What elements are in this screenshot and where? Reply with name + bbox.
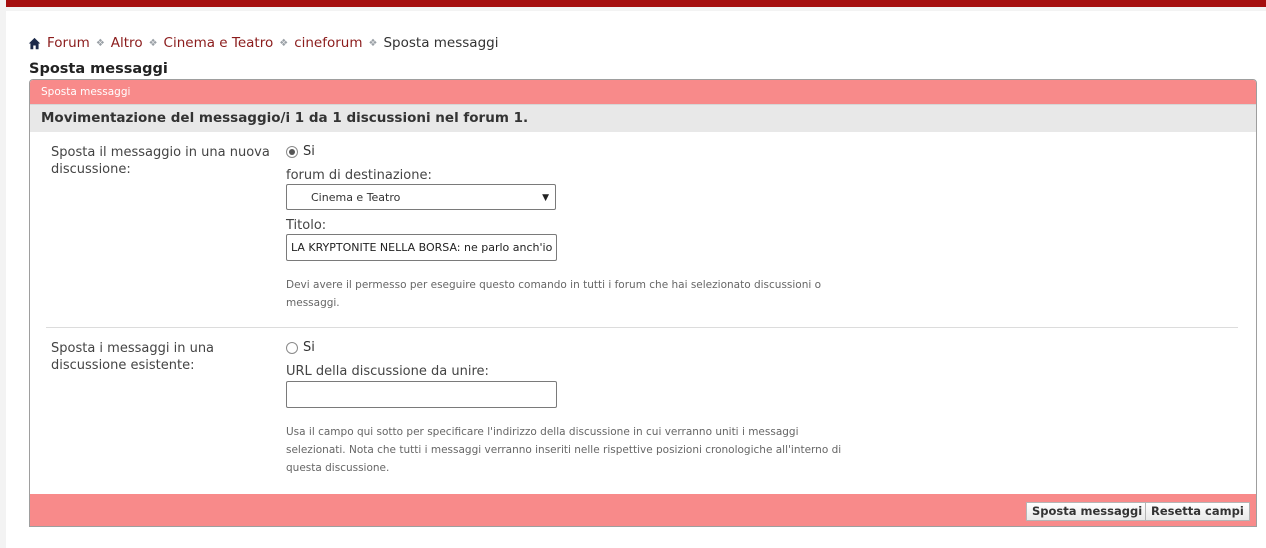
breadcrumb-current: Sposta messaggi [383,35,499,51]
destination-forum-label: forum di destinazione: [286,168,432,183]
option-new-thread-radio-row[interactable]: Si [286,144,315,159]
option-existing-thread-radio-row[interactable]: Si [286,340,315,355]
page-content: Forum ❖ Altro ❖ Cinema e Teatro ❖ cinefo… [6,11,1266,548]
breadcrumb-link-cineforum[interactable]: cineforum [294,35,362,51]
breadcrumb-separator-icon: ❖ [95,37,105,49]
destination-forum-select[interactable]: Cinema e Teatro ▼ [286,184,556,210]
options-divider [46,327,1238,328]
breadcrumb-link-cinema-teatro[interactable]: Cinema e Teatro [164,35,274,51]
option-existing-thread-label: Sposta i messaggi in una discussione esi… [51,341,215,373]
page-title: Sposta messaggi [29,61,168,77]
breadcrumb-link-forum[interactable]: Forum [47,35,90,51]
breadcrumb-separator-icon: ❖ [368,37,378,49]
breadcrumb: Forum ❖ Altro ❖ Cinema e Teatro ❖ cinefo… [28,35,498,51]
thread-url-label: URL della discussione da unire: [286,364,489,379]
panel-header: Sposta messaggi [30,80,1256,104]
new-thread-radio[interactable] [286,145,298,158]
breadcrumb-link-altro[interactable]: Altro [111,35,143,51]
top-bar [6,0,1266,7]
title-input[interactable] [286,234,557,261]
destination-forum-value: Cinema e Teatro [311,191,401,204]
option-new-thread-label: Sposta il messaggio in una nuova discuss… [51,145,270,177]
new-thread-hint: Devi avere il permesso per eseguire ques… [286,279,822,309]
existing-thread-radio-label[interactable]: Si [303,340,315,355]
reset-fields-button[interactable]: Resetta campi [1145,502,1250,521]
existing-thread-hint: Usa il campo qui sotto per specificare l… [286,426,842,474]
new-thread-radio-label[interactable]: Si [303,144,315,159]
title-label: Titolo: [286,218,327,233]
move-posts-panel: Sposta messaggi Movimentazione del messa… [29,79,1257,527]
breadcrumb-separator-icon: ❖ [279,37,289,49]
section-title: Movimentazione del messaggio/i 1 da 1 di… [30,104,1256,132]
home-icon[interactable] [28,37,41,50]
thread-url-input[interactable] [286,381,557,408]
dropdown-caret-icon: ▼ [542,193,549,203]
move-posts-button[interactable]: Sposta messaggi [1026,502,1149,521]
panel-footer: Sposta messaggi Resetta campi [30,494,1256,526]
existing-thread-radio[interactable] [286,341,298,354]
breadcrumb-separator-icon: ❖ [148,37,158,49]
